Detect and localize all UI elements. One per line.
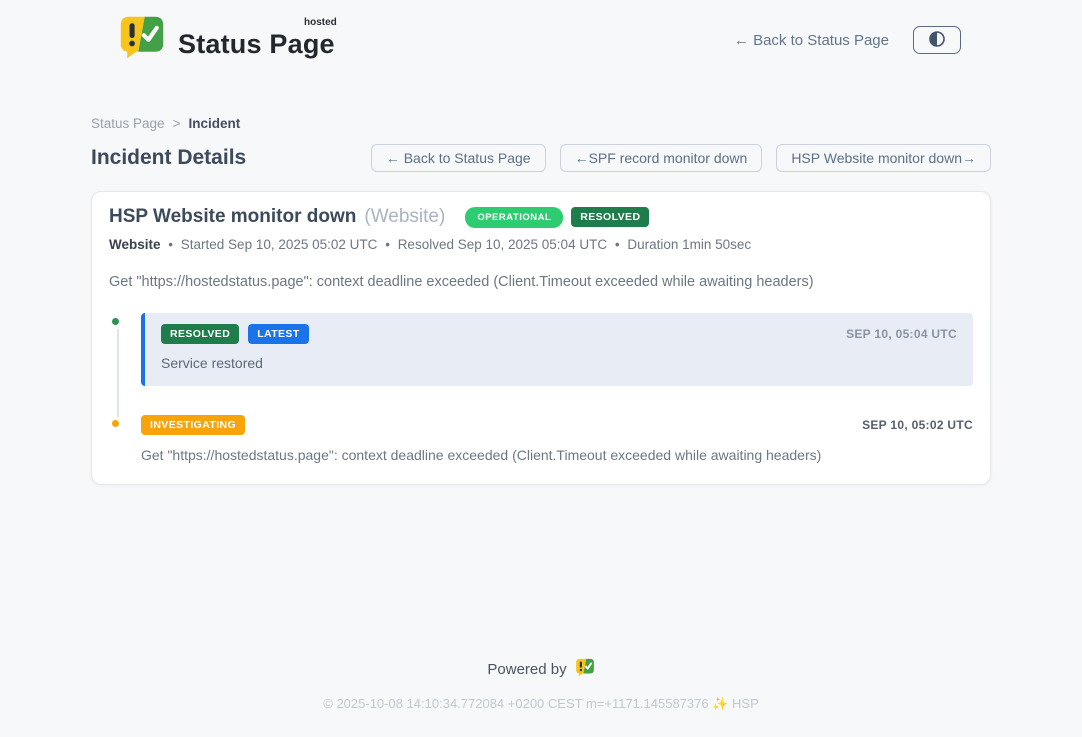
timeline-timestamp: SEP 10, 05:02 UTC xyxy=(862,418,973,432)
half-circle-contrast-icon xyxy=(927,29,947,52)
breadcrumb-incident: Incident xyxy=(188,116,240,131)
header-right: ← Back to Status Page xyxy=(734,26,961,54)
incident-state-badge: RESOLVED xyxy=(571,207,649,227)
brand-wrap: Status Page hosted xyxy=(178,21,335,60)
header: Status Page hosted ← Back to Status Page xyxy=(0,0,1082,65)
timeline-item-investigating: INVESTIGATING SEP 10, 05:02 UTC Get "htt… xyxy=(109,415,973,463)
timeline-entry-investigating: INVESTIGATING SEP 10, 05:02 UTC Get "htt… xyxy=(141,415,973,463)
timeline-timestamp: SEP 10, 05:04 UTC xyxy=(846,327,957,341)
incident-title-row: HSP Website monitor down (Website) OPERA… xyxy=(109,206,973,228)
breadcrumb-status-page[interactable]: Status Page xyxy=(91,116,165,131)
breadcrumb-separator: > xyxy=(173,116,181,131)
timeline-entry-latest: RESOLVED LATEST SEP 10, 05:04 UTC Servic… xyxy=(141,313,973,386)
latest-badge: LATEST xyxy=(248,324,308,344)
theme-toggle-button[interactable] xyxy=(913,26,961,54)
timeline-dot-investigating-icon xyxy=(109,417,122,430)
next-incident-button[interactable]: HSP Website monitor down→ xyxy=(776,144,991,172)
meta-separator: • xyxy=(615,237,620,252)
timeline-dot-resolved-icon xyxy=(109,315,122,328)
incident-description: Get "https://hostedstatus.page": context… xyxy=(109,274,973,290)
prev-incident-button[interactable]: ←SPF record monitor down xyxy=(560,144,763,172)
brand-name: Status Page xyxy=(178,29,335,59)
incident-card: HSP Website monitor down (Website) OPERA… xyxy=(91,191,991,485)
timeline-item-resolved: RESOLVED LATEST SEP 10, 05:04 UTC Servic… xyxy=(109,313,973,386)
back-to-status-page-button[interactable]: ← Back to Status Page xyxy=(371,144,546,172)
resolved-badge: RESOLVED xyxy=(161,324,239,344)
incident-title: HSP Website monitor down xyxy=(109,206,356,228)
footer: Powered by © 2025-10-08 14:10:34.772084 … xyxy=(0,658,1082,737)
app-logo[interactable]: Status Page hosted xyxy=(118,15,335,65)
title-row: Incident Details ← Back to Status Page ←… xyxy=(91,144,991,172)
brand-superscript: hosted xyxy=(304,17,337,28)
incident-timeline: RESOLVED LATEST SEP 10, 05:04 UTC Servic… xyxy=(109,313,973,463)
timeline-entry-head: INVESTIGATING SEP 10, 05:02 UTC xyxy=(141,415,973,435)
incident-meta: Website • Started Sep 10, 2025 05:02 UTC… xyxy=(109,237,973,252)
copyright-text: © 2025-10-08 14:10:34.772084 +0200 CEST … xyxy=(0,696,1082,712)
incident-component: (Website) xyxy=(364,206,445,228)
timeline-message: Service restored xyxy=(161,355,957,371)
timeline-message: Get "https://hostedstatus.page": context… xyxy=(141,447,973,463)
meta-duration: Duration 1min 50sec xyxy=(627,237,751,252)
header-back-link[interactable]: ← Back to Status Page xyxy=(734,32,889,49)
meta-separator: • xyxy=(385,237,390,252)
status-page-app: Status Page hosted ← Back to Status Page… xyxy=(0,0,1082,737)
statuspage-logo-small-icon xyxy=(575,658,595,681)
breadcrumb: Status Page > Incident xyxy=(91,116,991,131)
powered-by-link[interactable]: Powered by xyxy=(487,658,594,681)
statuspage-logo-icon xyxy=(118,15,166,65)
meta-resolved: Resolved Sep 10, 2025 05:04 UTC xyxy=(398,237,607,252)
page-title: Incident Details xyxy=(91,146,246,170)
meta-started: Started Sep 10, 2025 05:02 UTC xyxy=(181,237,378,252)
incident-nav-buttons: ← Back to Status Page ←SPF record monito… xyxy=(371,144,991,172)
meta-component: Website xyxy=(109,237,161,252)
main-content: Status Page > Incident Incident Details … xyxy=(91,116,991,485)
timeline-entry-head: RESOLVED LATEST SEP 10, 05:04 UTC xyxy=(161,324,957,344)
investigating-badge: INVESTIGATING xyxy=(141,415,245,435)
meta-separator: • xyxy=(168,237,173,252)
powered-by-label: Powered by xyxy=(487,661,566,678)
operational-status-badge: OPERATIONAL xyxy=(465,207,563,228)
